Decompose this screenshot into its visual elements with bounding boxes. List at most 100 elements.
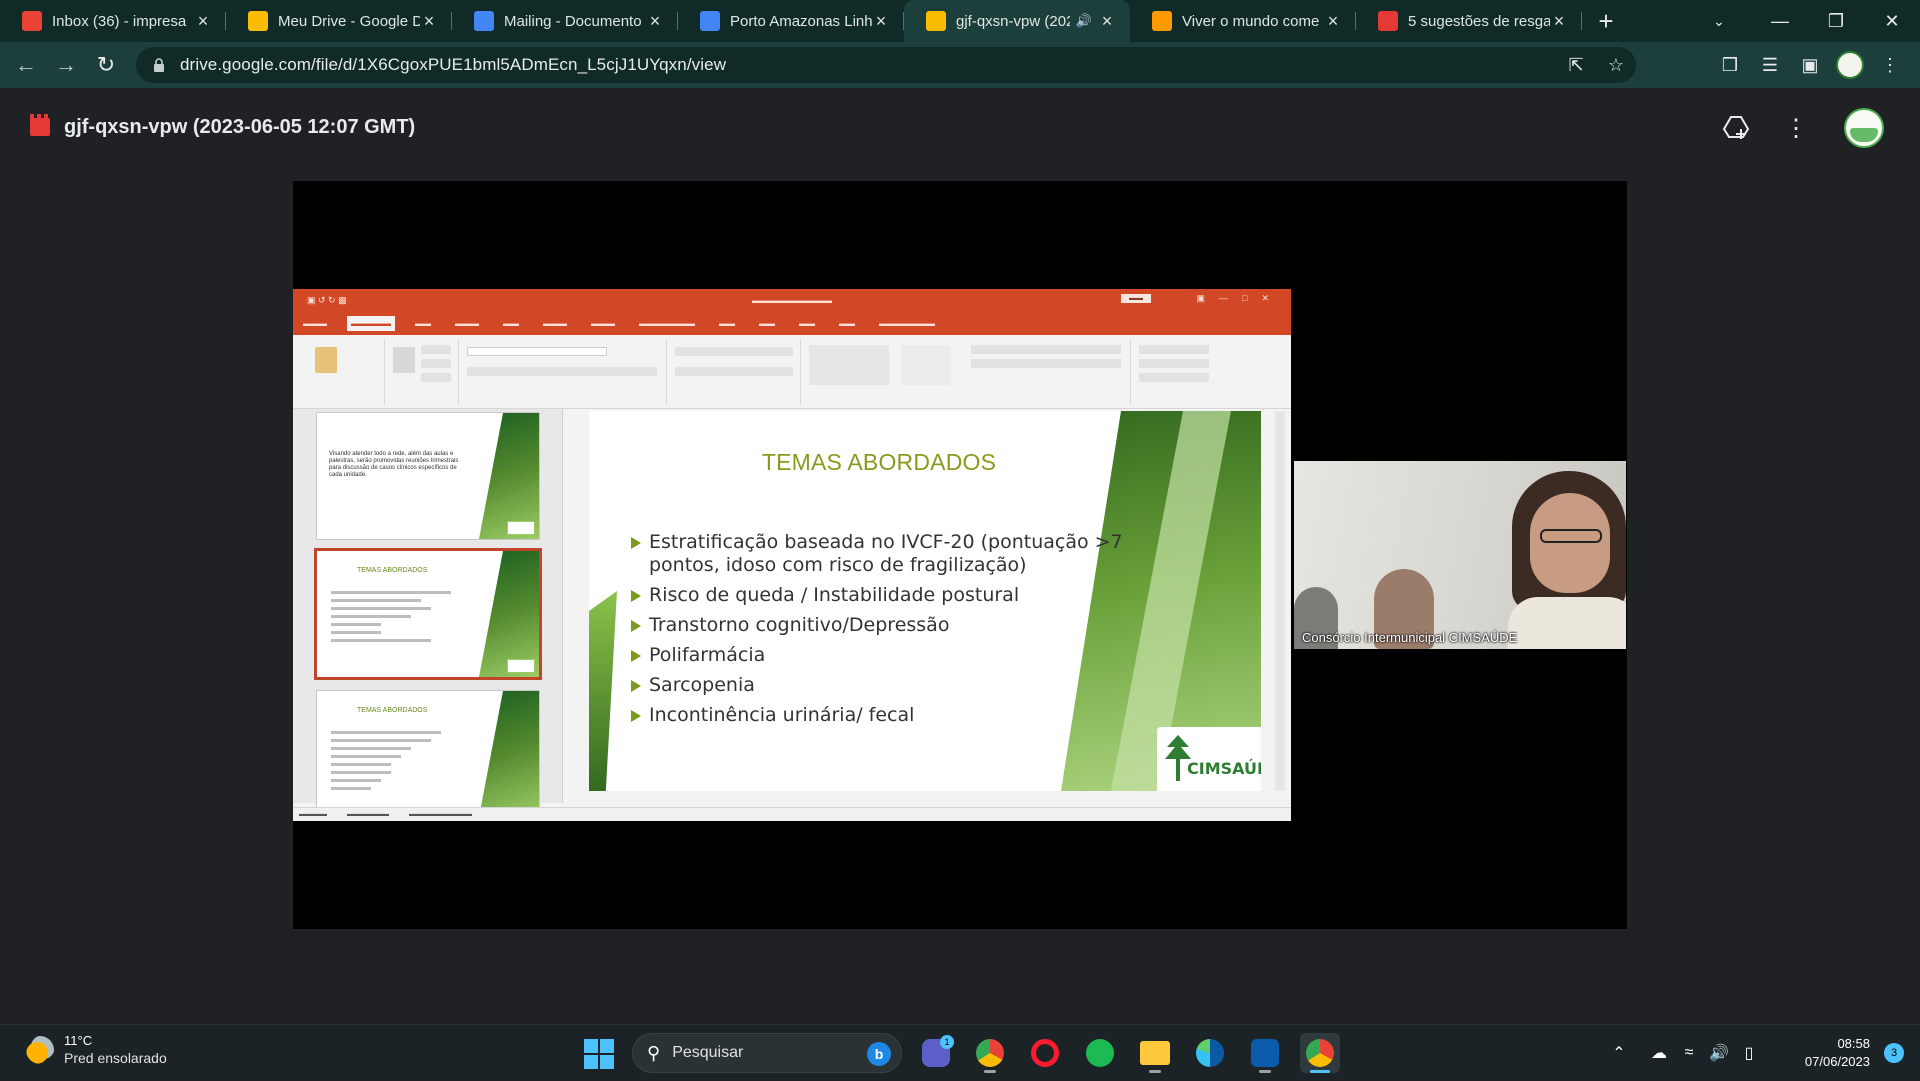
- ppt-status-bar: ▬▬▬▬ ▬▬▬▬▬▬ ▬▬▬▬▬▬▬▬▬: [293, 807, 1291, 821]
- clock[interactable]: 08:58 07/06/2023: [1774, 1035, 1870, 1071]
- new-tab-button[interactable]: +: [1588, 0, 1624, 42]
- battery-icon[interactable]: ▯: [1734, 1043, 1764, 1063]
- slide-bullet-list: Estratificação baseada no IVCF-20 (pontu…: [629, 531, 1129, 734]
- search-icon: ⚲: [647, 1042, 661, 1063]
- drive-icon: [926, 11, 946, 31]
- browser-tab[interactable]: gjf-qxsn-vpw (202 🔊 ×: [904, 0, 1130, 42]
- quick-access-icons: ▣ ↺ ↻ ▩: [307, 295, 347, 305]
- adobe-icon: [1378, 11, 1398, 31]
- browser-tab[interactable]: 5 sugestões de resgat ×: [1356, 0, 1582, 42]
- close-tab-icon[interactable]: ×: [646, 11, 664, 32]
- notification-badge[interactable]: 3: [1884, 1043, 1904, 1063]
- close-tab-icon[interactable]: ×: [420, 11, 438, 32]
- browser-tab[interactable]: Inbox (36) - impresa ×: [0, 0, 226, 42]
- account-avatar[interactable]: [1844, 108, 1884, 148]
- ppt-doc-title: ▬▬▬▬▬▬▬▬▬▬: [752, 295, 832, 305]
- minimize-icon[interactable]: —: [1752, 0, 1808, 42]
- bullet-item: Sarcopenia: [629, 674, 1129, 697]
- close-tab-icon[interactable]: ×: [1098, 11, 1116, 32]
- file-title: gjf-qxsn-vpw (2023-06-05 12:07 GMT): [64, 116, 416, 138]
- onedrive-icon[interactable]: ☁: [1644, 1043, 1674, 1063]
- browser-tab[interactable]: Mailing - Documento ×: [452, 0, 678, 42]
- show-hidden-icons-icon[interactable]: ⌃: [1604, 1043, 1634, 1063]
- bullet-item: Incontinência urinária/ fecal: [629, 704, 1129, 727]
- back-icon[interactable]: ←: [6, 45, 46, 85]
- extensions-icon[interactable]: ❒: [1710, 45, 1750, 85]
- search-placeholder: Pesquisar: [672, 1044, 744, 1061]
- drive-icon: [248, 11, 268, 31]
- slide-thumbnail-pane: 7 Visando atender todo a rede, além das …: [293, 409, 563, 817]
- video-player[interactable]: ▣ ↺ ↻ ▩ ▬▬▬▬▬▬▬▬▬▬ ▬▬ ▣—□✕ ▬▬▬ ▬▬▬▬▬ ▬▬ ▬▬▬…: [293, 181, 1627, 929]
- window-controls: — ❐ ✕: [1752, 0, 1920, 42]
- side-panel-icon[interactable]: ▣: [1790, 45, 1830, 85]
- tab-title: Inbox (36) - impresa: [52, 12, 187, 30]
- ppt-ribbon: [293, 335, 1291, 409]
- menu-kebab-icon[interactable]: ⋮: [1870, 45, 1910, 85]
- close-tab-icon[interactable]: ×: [1550, 11, 1568, 32]
- tab-title: Mailing - Documento: [504, 12, 642, 30]
- close-window-icon[interactable]: ✕: [1864, 0, 1920, 42]
- weather-widget[interactable]: 11°C Pred ensolarado: [26, 1033, 167, 1066]
- current-slide: TEMAS ABORDADOS Estratificação baseada n…: [589, 411, 1261, 791]
- reload-icon[interactable]: ↻: [86, 45, 126, 85]
- weather-icon: [26, 1035, 54, 1064]
- ppt-ribbon-tabs: ▬▬▬ ▬▬▬▬▬ ▬▬ ▬▬▬ ▬▬ ▬▬▬ ▬▬▬ ▬▬▬▬▬▬▬ ▬▬ ▬▬ ▬▬ ▬▬ ▬▬▬▬…: [293, 311, 1291, 335]
- tab-title: Porto Amazonas Linh: [730, 12, 872, 30]
- restore-icon[interactable]: ❐: [1808, 0, 1864, 42]
- clock-date: 07/06/2023: [1804, 1054, 1870, 1069]
- ppt-window-controls: ▣—□✕: [1196, 293, 1283, 303]
- volume-icon[interactable]: 🔊: [1704, 1043, 1734, 1063]
- tab-title: 5 sugestões de resgat: [1408, 12, 1550, 30]
- share-icon[interactable]: ⇱: [1556, 55, 1596, 76]
- more-options-icon[interactable]: ⋮: [1778, 110, 1814, 146]
- url-text: drive.google.com/file/d/1X6CgoxPUE1bml5A…: [180, 55, 727, 74]
- forward-icon[interactable]: →: [46, 45, 86, 85]
- slide-thumbnail[interactable]: 7 Visando atender todo a rede, além das …: [317, 413, 539, 539]
- chrome-icon[interactable]: [970, 1033, 1010, 1073]
- browser-tab[interactable]: Porto Amazonas Linh ×: [678, 0, 904, 42]
- slide-thumbnail-selected[interactable]: 8 TEMAS ABORDADOS: [317, 551, 539, 677]
- edge-icon[interactable]: [1190, 1033, 1230, 1073]
- profile-avatar[interactable]: [1830, 45, 1870, 85]
- docs-icon: [474, 11, 494, 31]
- camera-label: Consórcio Intermunicipal CIMSAÚDE: [1302, 630, 1518, 645]
- spotify-icon[interactable]: [1080, 1033, 1120, 1073]
- bing-icon[interactable]: b: [867, 1042, 891, 1066]
- close-tab-icon[interactable]: ×: [1324, 11, 1342, 32]
- amazon-icon: [1152, 11, 1172, 31]
- participant-camera-feed: Consórcio Intermunicipal CIMSAÚDE: [1294, 461, 1626, 649]
- docs-icon: [700, 11, 720, 31]
- browser-tab[interactable]: Viver o mundo come ×: [1130, 0, 1356, 42]
- bookmark-star-icon[interactable]: ☆: [1596, 55, 1636, 76]
- tab-title: Viver o mundo come: [1182, 12, 1320, 30]
- tab-strip: Inbox (36) - impresa × Meu Drive - Google …: [0, 0, 1920, 42]
- browser-toolbar: ← → ↻ drive.google.com/file/d/1X6CgoxPUE…: [0, 42, 1920, 88]
- windows-taskbar: 11°C Pred ensolarado ⚲ Pesquisar b 1 ⌃ ☁…: [0, 1024, 1920, 1080]
- tab-audio-icon[interactable]: 🔊: [1076, 13, 1092, 29]
- chrome-profile-icon[interactable]: [1300, 1033, 1340, 1073]
- file-explorer-icon[interactable]: [1135, 1033, 1175, 1073]
- thumbnail-text: Visando atender todo a rede, além das au…: [329, 451, 459, 478]
- media-control-icon[interactable]: ☰: [1750, 45, 1790, 85]
- taskbar-search[interactable]: ⚲ Pesquisar b: [632, 1033, 902, 1073]
- add-to-drive-icon[interactable]: [1718, 110, 1754, 146]
- teams-chat-icon[interactable]: 1: [916, 1033, 956, 1073]
- slide-thumbnail[interactable]: 9 TEMAS ABORDADOS: [317, 691, 539, 817]
- windows-start-icon[interactable]: [584, 1039, 614, 1069]
- close-tab-icon[interactable]: ×: [194, 11, 212, 32]
- opera-icon[interactable]: [1025, 1033, 1065, 1073]
- tab-title: gjf-qxsn-vpw (202: [956, 12, 1070, 30]
- bullet-item: Risco de queda / Instabilidade postural: [629, 584, 1129, 607]
- weather-condition: Pred ensolarado: [64, 1050, 167, 1066]
- ppt-signin-button: ▬▬: [1121, 294, 1151, 303]
- address-bar[interactable]: drive.google.com/file/d/1X6CgoxPUE1bml5A…: [136, 47, 1636, 83]
- tab-search-icon[interactable]: ⌄: [1702, 0, 1736, 42]
- video-file-icon: [30, 114, 50, 136]
- webex-icon[interactable]: [1245, 1033, 1285, 1073]
- close-tab-icon[interactable]: ×: [872, 11, 890, 32]
- drive-viewer-header: gjf-qxsn-vpw (2023-06-05 12:07 GMT) ⋮: [0, 88, 1920, 170]
- clock-time: 08:58: [1837, 1036, 1870, 1051]
- browser-tab[interactable]: Meu Drive - Google D ×: [226, 0, 452, 42]
- wifi-icon[interactable]: ≈: [1674, 1044, 1704, 1062]
- gmail-icon: [22, 11, 42, 31]
